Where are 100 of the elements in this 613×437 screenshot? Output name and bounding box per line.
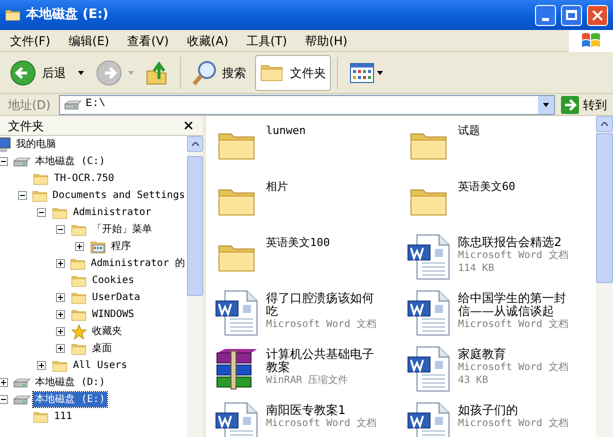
folder-icon xyxy=(52,206,68,220)
file-type: WinRAR 压缩文件 xyxy=(266,374,350,387)
folder-icon xyxy=(70,256,86,270)
expand-icon[interactable] xyxy=(36,361,46,370)
back-button[interactable]: 后退 xyxy=(8,54,86,90)
file-name[interactable]: 试题 xyxy=(458,124,572,137)
tree-item[interactable]: 111 xyxy=(52,409,74,424)
close-icon xyxy=(592,10,603,20)
menu-item[interactable]: 收藏(A) xyxy=(184,32,230,50)
file-name[interactable]: 如孩子们的 xyxy=(458,404,572,417)
window-title: 本地磁盘 (E:) xyxy=(26,6,110,24)
file-name[interactable]: 家庭教育 xyxy=(458,348,572,361)
folder-icon xyxy=(33,410,49,424)
menu-item[interactable]: 编辑(E) xyxy=(66,32,112,50)
expand-icon[interactable] xyxy=(56,344,64,353)
folder-icon xyxy=(71,308,87,322)
tree-item[interactable]: TH-OCR.750 xyxy=(52,171,116,186)
file-type: Microsoft Word 文档 xyxy=(458,318,570,331)
collapse-icon[interactable] xyxy=(36,208,46,217)
tree-item[interactable]: 本地磁盘 (C:) xyxy=(33,154,108,169)
expand-icon[interactable] xyxy=(74,242,84,251)
file-name[interactable]: 英语美文100 xyxy=(266,236,380,249)
scrollbar[interactable] xyxy=(187,136,203,437)
menu-item[interactable]: 文件(F) xyxy=(8,32,52,50)
caret-icon xyxy=(377,70,383,74)
caret-icon xyxy=(78,70,84,74)
file-name[interactable]: 相片 xyxy=(266,180,380,193)
minimize-button[interactable] xyxy=(535,4,556,26)
programs-folder-icon xyxy=(90,240,106,254)
tree-item[interactable]: 收藏夹 xyxy=(90,324,124,339)
tree-item[interactable]: 本地磁盘 (D:) xyxy=(33,375,108,390)
tree-item[interactable]: Administrator xyxy=(71,205,154,220)
expand-icon[interactable] xyxy=(56,327,64,336)
file-name[interactable]: 给中国学生的第一封信——从诚信谈起 xyxy=(458,292,572,318)
file-name[interactable]: 南阳医专教案1 xyxy=(266,404,380,417)
folder-icon xyxy=(33,172,49,186)
file-type: Microsoft Word 文档 xyxy=(266,318,378,331)
caret-icon xyxy=(543,102,549,106)
drive-icon xyxy=(64,100,82,110)
expand-icon[interactable] xyxy=(56,310,64,319)
collapse-icon[interactable] xyxy=(0,157,8,166)
tree-item[interactable]: 本地磁盘 (E:) xyxy=(33,392,108,407)
collapse-icon[interactable] xyxy=(56,225,64,234)
folder-icon xyxy=(71,222,87,236)
drive-icon xyxy=(13,394,31,404)
tree-item[interactable]: Cookies xyxy=(90,273,136,288)
address-label: 地址(D) xyxy=(7,96,52,114)
scroll-up-icon[interactable] xyxy=(192,142,198,146)
scrollbar[interactable] xyxy=(596,116,613,437)
address-field[interactable]: E:\ xyxy=(58,94,555,114)
menu-item[interactable]: 工具(T) xyxy=(244,32,290,50)
file-type: Microsoft Word 文档 xyxy=(458,417,570,430)
folder-icon xyxy=(71,342,87,356)
menu-item[interactable]: 查看(V) xyxy=(125,32,171,50)
folder-icon xyxy=(71,274,87,288)
tree-item[interactable]: 我的电脑 xyxy=(14,137,58,152)
star-icon xyxy=(71,324,87,340)
tree-item[interactable]: Administrator 的 xyxy=(88,256,187,271)
tree-item[interactable]: 桌面 xyxy=(90,341,114,356)
dropdown-icon[interactable] xyxy=(538,96,554,114)
tree-item[interactable]: 「开始」菜单 xyxy=(90,222,154,237)
tree-item[interactable]: WINDOWS xyxy=(90,307,136,322)
collapse-icon[interactable] xyxy=(0,395,8,404)
file-name[interactable]: 陈忠联报告会精选2 xyxy=(458,236,572,249)
up-folder-icon xyxy=(146,60,168,84)
pane-title: 文件夹 xyxy=(8,118,45,134)
file-size: 43 KB xyxy=(458,374,490,387)
file-size: 114 KB xyxy=(458,262,496,275)
expand-icon[interactable] xyxy=(0,378,8,387)
folders-button[interactable]: 文件夹 xyxy=(255,54,331,90)
file-type: Microsoft Word 文档 xyxy=(458,249,570,262)
expand-icon[interactable] xyxy=(56,259,64,268)
maximize-button[interactable] xyxy=(561,4,582,26)
file-name[interactable]: 计算机公共基础电子教案 xyxy=(266,348,380,374)
drive-icon xyxy=(13,156,31,166)
file-type: Microsoft Word 文档 xyxy=(458,361,570,374)
folder-icon xyxy=(71,290,87,304)
expand-icon[interactable] xyxy=(56,293,64,302)
tree-item[interactable]: UserData xyxy=(90,290,142,305)
logo-flag-icon xyxy=(569,30,613,52)
tree-item[interactable]: Documents and Settings xyxy=(50,188,187,203)
caret-icon xyxy=(128,70,134,74)
search-button[interactable]: 搜索 xyxy=(187,54,251,90)
tree-item[interactable]: 程序 xyxy=(109,239,133,254)
collapse-icon[interactable] xyxy=(18,191,26,200)
close-icon xyxy=(184,121,192,130)
menu-item[interactable]: 帮助(H) xyxy=(303,32,350,50)
go-button[interactable]: 转到 xyxy=(559,96,609,114)
scroll-up-icon[interactable] xyxy=(601,122,608,126)
file-name[interactable]: lunwen xyxy=(266,124,380,137)
file-name[interactable]: 得了口腔溃疡该如何吃 xyxy=(266,292,380,318)
folder-icon xyxy=(32,188,48,202)
folder-icon xyxy=(52,358,68,372)
go-arrow-icon xyxy=(561,96,579,114)
tree-item[interactable]: All Users xyxy=(71,358,130,373)
drive-icon xyxy=(13,378,31,388)
grid-view-icon xyxy=(350,62,374,82)
file-type: Microsoft Word 文档 xyxy=(266,417,378,430)
folder-icon xyxy=(5,8,21,22)
file-name[interactable]: 英语美文60 xyxy=(458,180,572,193)
